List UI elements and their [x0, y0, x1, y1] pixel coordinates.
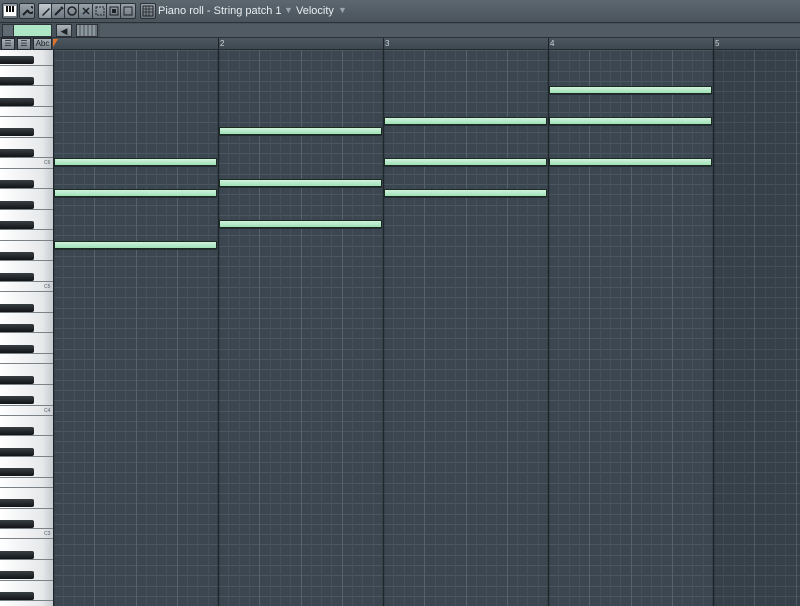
bar-tick — [548, 38, 549, 49]
white-key[interactable] — [0, 478, 53, 488]
black-key[interactable] — [0, 98, 34, 106]
note[interactable] — [549, 117, 712, 125]
bar-tick — [218, 38, 219, 49]
note[interactable] — [219, 127, 382, 135]
black-key[interactable] — [0, 221, 34, 229]
wrench-icon[interactable] — [19, 3, 35, 19]
note[interactable] — [384, 158, 547, 166]
black-key[interactable] — [0, 180, 34, 188]
playback-icon[interactable] — [120, 3, 136, 19]
grid-lines — [53, 50, 800, 606]
black-key[interactable] — [0, 252, 34, 260]
black-key[interactable] — [0, 273, 34, 281]
snap-icon[interactable] — [140, 3, 156, 19]
black-key[interactable] — [0, 56, 34, 64]
chevron-down-icon[interactable]: ▼ — [284, 5, 293, 15]
octave-label: C5 — [44, 284, 51, 290]
octave-label: C4 — [44, 408, 51, 414]
white-key[interactable] — [0, 107, 53, 117]
note[interactable] — [219, 220, 382, 228]
black-key[interactable] — [0, 304, 34, 312]
black-key[interactable] — [0, 345, 34, 353]
white-key[interactable] — [0, 354, 53, 364]
note[interactable] — [54, 158, 217, 166]
piano-roll-titlebar: Piano roll - String patch 1 ▼ Velocity ▼ — [0, 0, 800, 23]
out-of-pattern-shade — [713, 50, 800, 606]
list-button[interactable]: ☰ — [17, 38, 31, 50]
event-target-selector[interactable]: Velocity — [296, 5, 334, 17]
bar-number: 3 — [385, 39, 390, 48]
zoom-slider-handle[interactable] — [2, 24, 14, 37]
bar-number: 4 — [550, 39, 555, 48]
bar-tick — [383, 38, 384, 49]
black-key[interactable] — [0, 427, 34, 435]
playhead-marker[interactable] — [53, 39, 58, 47]
black-key[interactable] — [0, 551, 34, 559]
menu-button[interactable]: ☰ — [1, 38, 15, 50]
bar-tick — [713, 38, 714, 49]
black-key[interactable] — [0, 77, 34, 85]
black-key[interactable] — [0, 592, 34, 600]
black-key[interactable] — [0, 376, 34, 384]
black-key[interactable] — [0, 128, 34, 136]
piano-keyboard[interactable]: C6 C5 C4 C3 — [0, 50, 53, 606]
note[interactable] — [219, 179, 382, 187]
piano-icon[interactable] — [2, 3, 18, 19]
note[interactable] — [54, 241, 217, 249]
horizontal-scroll-thumb[interactable] — [76, 24, 98, 37]
white-key[interactable] — [0, 601, 53, 606]
black-key[interactable] — [0, 324, 34, 332]
keyboard-corner: ☰ ☰ Abc — [0, 38, 53, 50]
octave-label: C3 — [44, 531, 51, 537]
note[interactable] — [54, 189, 217, 197]
note[interactable] — [549, 158, 712, 166]
white-key[interactable] — [0, 230, 53, 241]
black-key[interactable] — [0, 468, 34, 476]
timeline-ruler[interactable]: 2 3 4 5 — [53, 38, 800, 50]
note[interactable] — [384, 117, 547, 125]
chevron-down-icon[interactable]: ▼ — [338, 5, 347, 15]
black-key[interactable] — [0, 499, 34, 507]
toolbar-row-2: ◀ — [0, 23, 800, 38]
scroll-left-button[interactable]: ◀ — [56, 24, 72, 37]
note-grid[interactable] — [53, 50, 800, 606]
horizontal-scroll-track[interactable] — [100, 24, 800, 37]
octave-label: C6 — [44, 160, 51, 166]
black-key[interactable] — [0, 520, 34, 528]
note[interactable] — [384, 189, 547, 197]
black-key[interactable] — [0, 149, 34, 157]
black-key[interactable] — [0, 201, 34, 209]
black-key[interactable] — [0, 396, 34, 404]
black-key[interactable] — [0, 571, 34, 579]
window-title[interactable]: Piano roll - String patch 1 — [158, 5, 282, 17]
note[interactable] — [549, 86, 712, 94]
bar-number: 5 — [715, 39, 720, 48]
black-key[interactable] — [0, 448, 34, 456]
bar-number: 2 — [220, 39, 225, 48]
note-names-button[interactable]: Abc — [33, 38, 52, 50]
